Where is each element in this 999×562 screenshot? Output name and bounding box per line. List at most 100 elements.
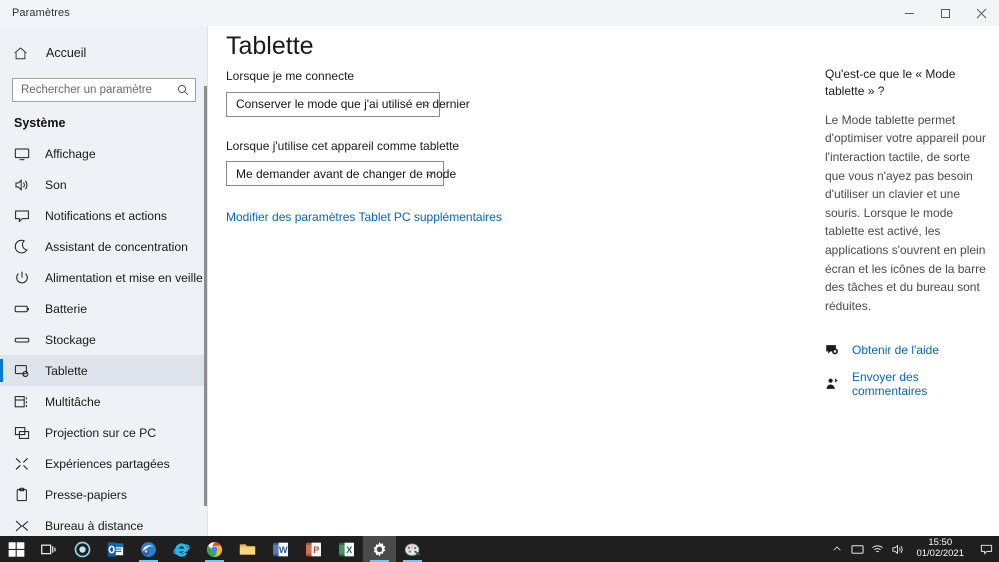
file-explorer-button[interactable] xyxy=(231,536,264,562)
screen-icon[interactable] xyxy=(847,536,867,562)
windows-logo-icon xyxy=(8,541,25,558)
help-link[interactable]: Obtenir de l'aide xyxy=(825,343,987,357)
internet-explorer-button[interactable] xyxy=(165,536,198,562)
chevron-down-icon xyxy=(421,99,431,109)
sidebar-item-label: Multitâche xyxy=(45,394,101,409)
word-button[interactable]: W xyxy=(264,536,297,562)
action-center-icon[interactable] xyxy=(973,536,999,562)
svg-text:P: P xyxy=(313,544,319,554)
sidebar-item-notifications-et-actions[interactable]: Notifications et actions xyxy=(0,200,208,231)
sidebar-item-label: Expériences partagées xyxy=(45,456,170,471)
edge-icon xyxy=(140,541,157,558)
sidebar-item-label: Son xyxy=(45,177,67,192)
folder-icon xyxy=(239,541,256,558)
settings-button[interactable] xyxy=(363,536,396,562)
task-view-icon xyxy=(41,541,58,558)
gear-icon xyxy=(371,541,388,558)
sidebar-item-assistant-de-concentration[interactable]: Assistant de concentration xyxy=(0,231,208,262)
sidebar-item-presse-papiers[interactable]: Presse-papiers xyxy=(0,479,208,510)
help-link-label: Envoyer des commentaires xyxy=(852,370,928,399)
sidebar-item-affichage[interactable]: Affichage xyxy=(0,138,208,169)
multitask-icon xyxy=(14,393,32,411)
window-controls xyxy=(891,0,999,26)
battery-icon xyxy=(14,300,32,318)
sidebar-item-alimentation-et-mise-en-veille[interactable]: Alimentation et mise en veille xyxy=(0,262,208,293)
word-icon: W xyxy=(272,541,289,558)
sidebar-item-stockage[interactable]: Stockage xyxy=(0,324,208,355)
chrome-icon xyxy=(206,541,223,558)
home-icon xyxy=(13,46,33,61)
sidebar-item-multitâche[interactable]: Multitâche xyxy=(0,386,208,417)
system-tray: 15:50 01/02/2021 xyxy=(827,536,999,562)
sidebar-item-label: Affichage xyxy=(45,146,96,161)
sidebar-item-bureau-à-distance[interactable]: Bureau à distance xyxy=(0,510,208,536)
setting-dropdown-value: Me demander avant de changer de mode xyxy=(236,166,457,181)
sidebar-item-label: Bureau à distance xyxy=(45,518,144,533)
maximize-button[interactable] xyxy=(927,0,963,26)
search-box[interactable] xyxy=(12,78,196,102)
close-button[interactable] xyxy=(963,0,999,26)
storage-icon xyxy=(14,331,32,349)
remote-desktop-icon xyxy=(14,517,32,535)
notification-icon xyxy=(14,207,32,225)
help-panel: Qu'est-ce que le « Mode tablette » ? Le … xyxy=(825,66,987,411)
projection-icon xyxy=(14,424,32,442)
search-icon xyxy=(177,84,189,96)
minimize-button[interactable] xyxy=(891,0,927,26)
setting-dropdown[interactable]: Me demander avant de changer de mode xyxy=(226,161,456,187)
sidebar-item-label: Assistant de concentration xyxy=(45,239,188,254)
moon-icon xyxy=(14,238,32,256)
paint-icon xyxy=(404,541,421,558)
sidebar-item-label: Tablette xyxy=(45,363,88,378)
sidebar-home-label: Accueil xyxy=(46,46,87,60)
settings-fields: Lorsque je me connecte Conserver le mode … xyxy=(226,69,786,226)
setting-dropdown[interactable]: Conserver le mode que j'ai utilisé en de… xyxy=(226,91,470,117)
sidebar-item-label: Alimentation et mise en veille xyxy=(45,270,203,285)
outlook-button[interactable] xyxy=(99,536,132,562)
sidebar-item-expériences-partagées[interactable]: Expériences partagées xyxy=(0,448,208,479)
help-bubble-icon xyxy=(825,343,847,357)
sidebar-item-label: Notifications et actions xyxy=(45,208,167,223)
tablet-pc-settings-link[interactable]: Modifier des paramètres Tablet PC supplé… xyxy=(226,210,502,224)
clock[interactable]: 15:50 01/02/2021 xyxy=(907,536,973,562)
help-link-label: Obtenir de l'aide xyxy=(852,343,940,358)
sidebar-item-home[interactable]: Accueil xyxy=(0,38,208,68)
start-button[interactable] xyxy=(0,536,33,562)
title-bar: Paramètres xyxy=(0,0,999,26)
powerpoint-button[interactable]: P xyxy=(297,536,330,562)
cortana-icon xyxy=(74,541,91,558)
chrome-button[interactable] xyxy=(198,536,231,562)
wifi-icon[interactable] xyxy=(867,536,887,562)
settings-window: Paramètres Accueil Rechercher un paramèt… xyxy=(0,0,999,562)
clipboard-icon xyxy=(14,486,32,504)
task-view-button[interactable] xyxy=(33,536,66,562)
sidebar-item-label: Batterie xyxy=(45,301,88,316)
svg-text:X: X xyxy=(346,544,352,554)
volume-icon[interactable] xyxy=(887,536,907,562)
cortana-button[interactable] xyxy=(66,536,99,562)
taskbar: WPX 15:50 01/02/2021 xyxy=(0,536,999,562)
help-link[interactable]: Envoyer des commentaires xyxy=(825,370,987,398)
power-icon xyxy=(14,269,32,287)
chevron-down-icon xyxy=(425,169,435,179)
excel-button[interactable]: X xyxy=(330,536,363,562)
setting-field: Lorsque j'utilise cet appareil comme tab… xyxy=(226,139,786,187)
sidebar-item-tablette[interactable]: Tablette xyxy=(0,355,208,386)
sidebar-item-projection-sur-ce-pc[interactable]: Projection sur ce PC xyxy=(0,417,208,448)
setting-dropdown-value: Conserver le mode que j'ai utilisé en de… xyxy=(236,97,470,112)
help-body: Le Mode tablette permet d'optimiser votr… xyxy=(825,112,987,313)
setting-field-label: Lorsque j'utilise cet appareil comme tab… xyxy=(226,138,460,153)
clock-date: 01/02/2021 xyxy=(916,548,964,559)
search-input[interactable] xyxy=(13,79,195,101)
tablet-icon xyxy=(14,362,32,380)
edge-button[interactable] xyxy=(132,536,165,562)
paint-button[interactable] xyxy=(396,536,429,562)
shared-experiences-icon xyxy=(14,455,32,473)
chevron-up-icon[interactable] xyxy=(827,536,847,562)
content-area: Tablette Lorsque je me connecte Conserver… xyxy=(208,26,999,536)
sidebar-nav-list: Affichage Son Notifications et actions Assi… xyxy=(0,136,208,536)
sidebar-item-label: Stockage xyxy=(45,332,96,347)
excel-icon: X xyxy=(338,541,355,558)
sidebar-item-son[interactable]: Son xyxy=(0,169,208,200)
sidebar-item-batterie[interactable]: Batterie xyxy=(0,293,208,324)
